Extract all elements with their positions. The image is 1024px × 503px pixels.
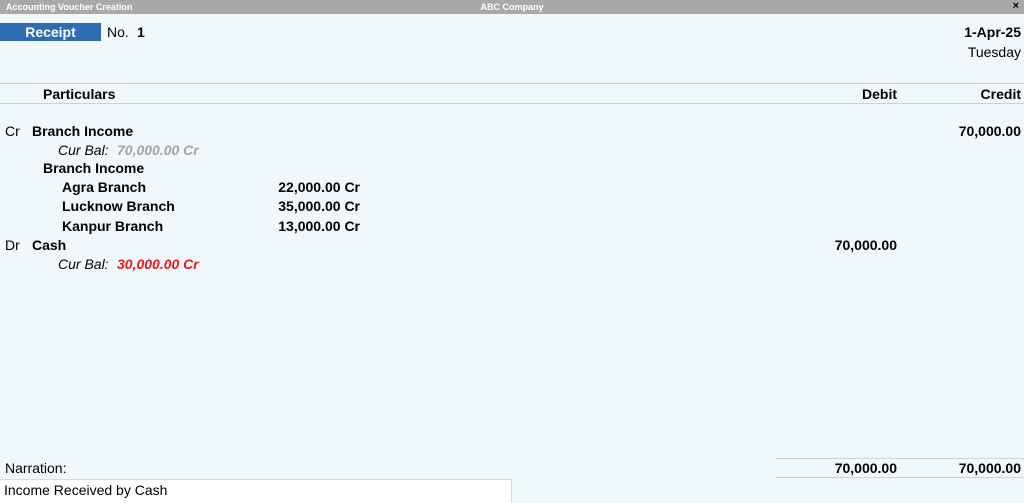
totals-bottom-divider: [776, 477, 1024, 478]
narration-text[interactable]: Income Received by Cash: [4, 482, 167, 498]
voucher-day: Tuesday: [967, 44, 1021, 60]
ledger-name[interactable]: Branch Income: [32, 123, 133, 139]
column-credit: Credit: [980, 86, 1021, 102]
cost-centre-amount[interactable]: 35,000.00 Cr: [240, 198, 360, 214]
cost-category-name[interactable]: Branch Income: [43, 160, 144, 176]
narration-label: Narration:: [5, 460, 67, 476]
column-debit: Debit: [862, 86, 897, 102]
ledger-name[interactable]: Cash: [32, 237, 66, 253]
cur-bal-label: Cur Bal:: [58, 256, 109, 272]
total-credit: 70,000.00: [958, 460, 1021, 476]
column-particulars: Particulars: [43, 86, 116, 102]
voucher-number[interactable]: 1: [137, 24, 145, 40]
narration-field[interactable]: Income Received by Cash: [0, 479, 512, 503]
cost-centre-name[interactable]: Agra Branch: [62, 179, 146, 195]
cost-centre-name[interactable]: Kanpur Branch: [62, 218, 163, 234]
voucher-no-label: No.: [107, 24, 129, 40]
cur-bal-label: Cur Bal:: [58, 142, 109, 158]
cur-bal-value: 30,000.00 Cr: [117, 256, 199, 272]
cur-bal-value: 70,000.00 Cr: [117, 142, 199, 158]
close-icon[interactable]: ×: [1013, 0, 1019, 12]
drcr-indicator[interactable]: Cr: [5, 123, 20, 139]
voucher-date[interactable]: 1-Apr-25: [964, 24, 1021, 40]
totals-top-divider: [776, 458, 1024, 459]
header-bottom-divider: [0, 103, 1024, 104]
cost-centre-name[interactable]: Lucknow Branch: [62, 198, 175, 214]
voucher-type-button[interactable]: Receipt: [0, 23, 101, 41]
title-bar: Accounting Voucher Creation ABC Company …: [0, 0, 1024, 14]
debit-amount[interactable]: 70,000.00: [835, 237, 897, 253]
header-top-divider: [0, 83, 1024, 84]
credit-amount[interactable]: 70,000.00: [959, 123, 1021, 139]
company-name: ABC Company: [480, 2, 544, 12]
drcr-indicator[interactable]: Dr: [5, 237, 20, 253]
cost-centre-amount[interactable]: 13,000.00 Cr: [240, 218, 360, 234]
cost-centre-amount[interactable]: 22,000.00 Cr: [240, 179, 360, 195]
total-debit: 70,000.00: [834, 460, 897, 476]
